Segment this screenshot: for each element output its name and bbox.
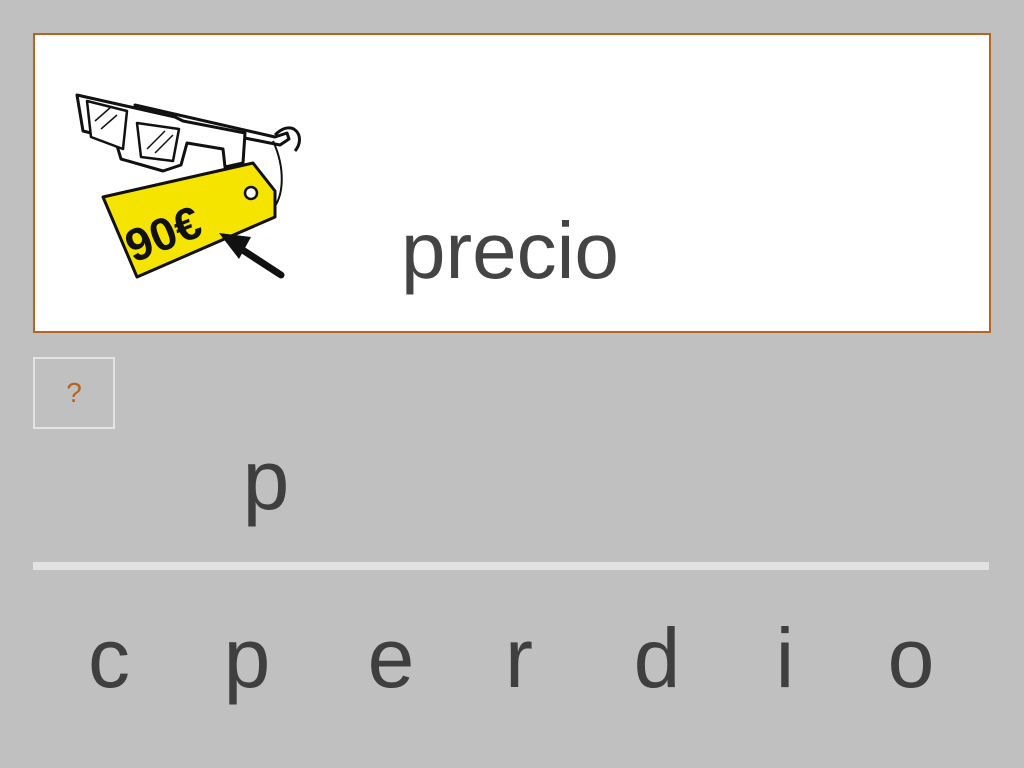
letter-choice-d[interactable]: d bbox=[612, 616, 702, 700]
letter-choice-e[interactable]: e bbox=[346, 616, 436, 700]
letter-choices: c p e r d i o bbox=[60, 616, 980, 716]
letter-choice-i[interactable]: i bbox=[740, 616, 830, 700]
arrow-icon bbox=[219, 233, 285, 279]
letter-choice-c[interactable]: c bbox=[64, 616, 154, 700]
answer-letter-1: p bbox=[242, 433, 290, 527]
price-tag-icon: 90€ bbox=[101, 161, 277, 279]
word-card: 90€ precio bbox=[33, 33, 991, 333]
hint-button[interactable]: ? bbox=[33, 357, 115, 429]
target-word: precio bbox=[401, 206, 619, 295]
glasses-price-illustration: 90€ bbox=[75, 93, 301, 279]
letter-choice-p[interactable]: p bbox=[202, 616, 292, 700]
glasses-icon bbox=[75, 93, 301, 173]
letter-choice-r[interactable]: r bbox=[474, 616, 564, 700]
letter-choice-o[interactable]: o bbox=[866, 616, 956, 700]
answer-divider bbox=[33, 562, 989, 570]
